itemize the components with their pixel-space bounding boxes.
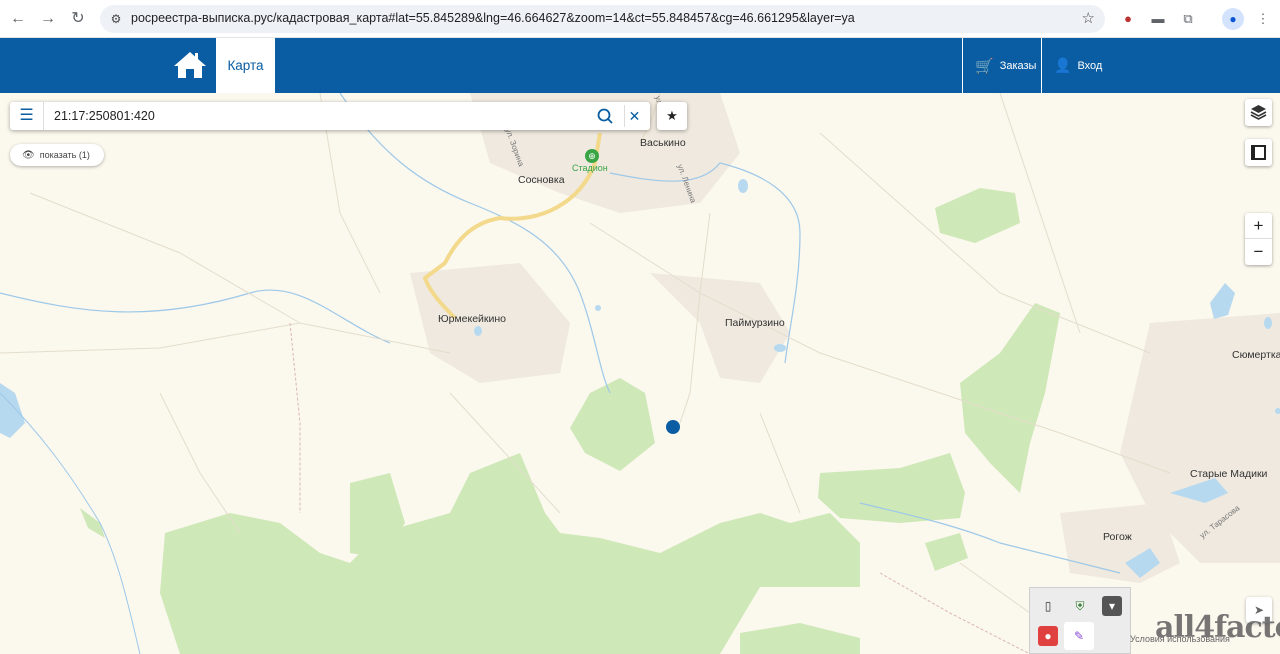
bookmark-star-icon[interactable]: ☆ [1082,9,1095,27]
phone-icon[interactable]: ▯ [1038,596,1058,616]
place-label-stadium: Стадион [572,163,608,173]
login-label: Вход [1077,59,1103,72]
url-text[interactable]: росреестра-выписка.рус/кадастровая_карта… [131,11,855,25]
map-background [0,93,1280,654]
cadastral-search-input[interactable] [54,102,594,130]
show-results-button[interactable]: 👁 показать (1) [10,144,104,166]
site-info-icon[interactable]: ⚙ [108,11,124,27]
stadium-icon: ⊕ [585,149,599,163]
tab-map[interactable]: Карта [216,38,275,93]
user-icon: 👤 [1054,57,1072,73]
reload-button[interactable]: ↻ [66,7,90,31]
map-canvas[interactable]: Васькино Сосновка Стадион ⊕ Юрмекейкино … [0,93,1280,654]
place-label-vaskino: Васькино [640,137,686,149]
fullscreen-button[interactable] [1245,139,1272,166]
watermark-text: all4factory [1155,610,1280,645]
frame-icon [1251,145,1266,160]
record-icon[interactable]: ● [1038,626,1058,646]
app-header: Карта 🛒 Заказы 👤 Вход [0,38,1280,93]
search-icon[interactable] [596,107,614,125]
cart-icon: 🛒 [975,57,994,75]
clear-icon[interactable]: ✕ [624,105,644,127]
shield-icon[interactable]: ⛨ [1070,596,1090,616]
zoom-control: + − [1245,213,1272,265]
browser-menu-icon[interactable]: ⋮ [1252,8,1274,30]
orders-label: Заказы [999,59,1037,72]
home-icon[interactable] [172,50,208,80]
parcel-location-marker[interactable] [666,420,680,434]
browser-toolbar: ← → ↻ ⚙ росреестра-выписка.рус/кадастров… [0,0,1280,38]
forward-button[interactable]: → [36,7,60,31]
back-button[interactable]: ← [6,7,30,31]
zoom-out-button[interactable]: − [1245,239,1272,265]
layers-button[interactable] [1245,99,1272,126]
orders-button[interactable]: 🛒 Заказы [962,38,1042,93]
eye-icon: 👁 [22,149,35,161]
favorites-star-icon[interactable]: ★ [657,102,687,130]
place-label-yurmekeykino: Юрмекейкино [438,313,507,325]
show-results-label: показать (1) [39,150,90,160]
extension-icon-2[interactable]: ▬ [1147,8,1169,30]
menu-icon[interactable]: ☰ [10,102,44,130]
extensions-puzzle-icon[interactable]: ⧉ [1177,8,1199,30]
place-label-rogozh: Рогож [1103,531,1132,543]
place-label-starye-madiki: Старые Мадики [1190,468,1268,480]
profile-avatar-icon[interactable]: ● [1222,8,1244,30]
search-bar: ☰ ✕ [10,102,650,130]
place-label-sosnovka: Сосновка [518,174,565,186]
address-bar[interactable]: ⚙ росреестра-выписка.рус/кадастровая_кар… [100,5,1105,33]
overlay-tray: ▯ ⛨ ▾ ● ✎ [1029,587,1131,654]
extension-icon-1[interactable]: ● [1117,8,1139,30]
layers-icon [1250,105,1267,120]
login-button[interactable]: 👤 Вход [1041,38,1131,93]
zoom-in-button[interactable]: + [1245,213,1272,239]
place-label-syumertka: Сюмертка [1232,349,1280,361]
pen-icon[interactable]: ✎ [1064,622,1094,650]
place-label-paymurzino: Паймурзино [725,317,785,329]
download-icon[interactable]: ▾ [1102,596,1122,616]
